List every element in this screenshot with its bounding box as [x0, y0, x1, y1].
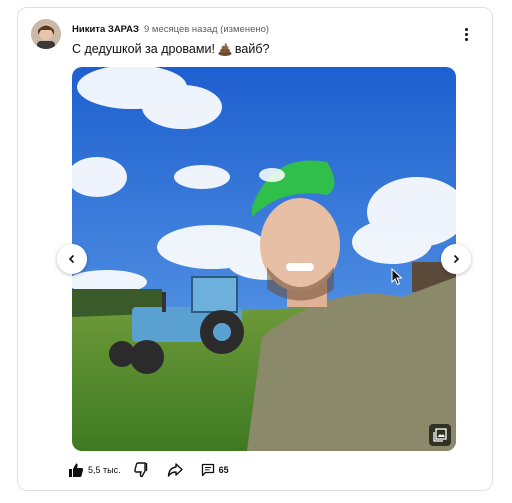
- dislike-button[interactable]: [133, 462, 149, 478]
- image-gallery-icon[interactable]: [429, 424, 451, 446]
- avatar[interactable]: [31, 19, 61, 49]
- post-image[interactable]: [72, 67, 456, 451]
- comment-icon: [201, 463, 214, 477]
- next-image-button[interactable]: [441, 244, 471, 274]
- more-options-button[interactable]: [456, 24, 476, 44]
- post-card: Никита ЗАРАЗ 9 месяцев назад (изменено) …: [17, 7, 493, 491]
- previous-image-button[interactable]: [57, 244, 87, 274]
- more-dot-icon: [464, 32, 468, 36]
- post-actions: 5,5 тыс. 65: [68, 460, 229, 480]
- post-text-main: С дедушкой за дровами!: [72, 42, 215, 56]
- chevron-left-icon: [68, 254, 75, 264]
- post-text: С дедушкой за дровами! вайб?: [72, 42, 269, 56]
- share-icon: [167, 463, 183, 477]
- poop-emoji-icon: [218, 42, 232, 56]
- author-name[interactable]: Никита ЗАРАЗ: [72, 24, 139, 35]
- post-time[interactable]: 9 месяцев назад (изменено): [144, 24, 269, 35]
- thumb-up-icon: [69, 463, 84, 477]
- more-dot-icon: [464, 37, 468, 41]
- comment-count: 65: [218, 465, 229, 475]
- comments-button[interactable]: 65: [201, 463, 229, 477]
- more-dot-icon: [464, 27, 468, 31]
- like-button[interactable]: 5,5 тыс.: [68, 462, 121, 478]
- like-count: 5,5 тыс.: [88, 465, 121, 475]
- thumb-down-icon: [133, 462, 147, 478]
- mouse-cursor-icon: [391, 267, 403, 291]
- share-button[interactable]: [167, 462, 183, 478]
- chevron-right-icon: [453, 254, 460, 264]
- post-text-suffix: вайб?: [234, 42, 270, 56]
